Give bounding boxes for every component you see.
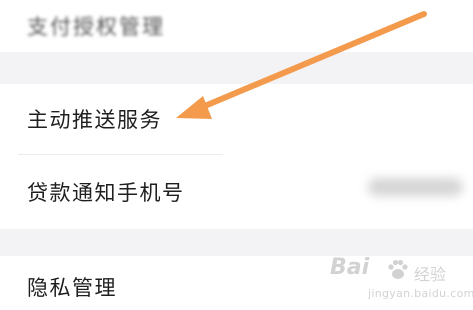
settings-screen: 支付授权管理 主动推送服务 贷款通知手机号 隐私管理 Bai 经验 jingya… xyxy=(0,0,473,310)
loan-notification-phone-label: 贷款通知手机号 xyxy=(27,181,185,205)
paw-icon xyxy=(388,259,408,279)
watermark-url: jingyan.baidu.com xyxy=(368,287,473,300)
privacy-management-label: 隐私管理 xyxy=(27,276,117,300)
active-push-service-row[interactable]: 主动推送服务 xyxy=(0,84,473,154)
section-gap xyxy=(0,52,473,84)
blurred-phone-value xyxy=(368,178,463,196)
baidu-jingyan-watermark: Bai 经验 jingyan.baidu.com xyxy=(330,255,473,305)
payment-authorization-label: 支付授权管理 xyxy=(27,15,165,39)
watermark-logo: Bai xyxy=(330,255,370,280)
section-gap xyxy=(0,229,473,256)
watermark-chinese-text: 经验 xyxy=(414,265,447,284)
payment-authorization-row[interactable]: 支付授权管理 xyxy=(0,0,473,52)
active-push-service-label: 主动推送服务 xyxy=(27,108,162,132)
